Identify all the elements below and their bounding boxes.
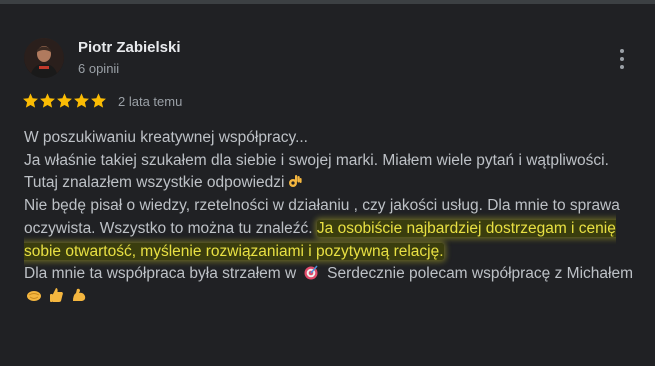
star-icon bbox=[91, 93, 106, 108]
review-card: Piotr Zabielski 6 opinii 2 lata temu W p… bbox=[0, 0, 655, 366]
review-line-text: Serdecznie polecam współpracę z Michałem bbox=[327, 265, 633, 283]
review-line: Nie będę pisał o wiedzy, rzetelności w d… bbox=[24, 195, 644, 263]
review-line: Ja właśnie takiej szukałem dla siebie i … bbox=[24, 150, 644, 195]
ok-hand-icon bbox=[289, 175, 303, 188]
author-review-count: 6 opinii bbox=[78, 61, 120, 76]
review-line-text: Ja właśnie takiej szukałem dla siebie i … bbox=[24, 151, 609, 192]
avatar[interactable] bbox=[24, 38, 64, 78]
star-rating bbox=[22, 92, 107, 109]
review-line: W poszukiwaniu kreatywnej współpracy... bbox=[24, 129, 308, 146]
more-options-button[interactable] bbox=[610, 44, 634, 72]
more-vert-icon bbox=[620, 49, 624, 69]
flexed-biceps-icon bbox=[72, 288, 85, 301]
bullseye-icon bbox=[304, 265, 318, 280]
review-line: Dla mnie ta współpraca była strzałem w S… bbox=[24, 263, 644, 308]
divider bbox=[0, 0, 655, 4]
author-name[interactable]: Piotr Zabielski bbox=[78, 39, 181, 56]
star-icon bbox=[23, 93, 38, 108]
avatar-image bbox=[24, 38, 64, 78]
review-text: W poszukiwaniu kreatywnej współpracy... … bbox=[24, 127, 644, 309]
review-line-text: Dla mnie ta współpraca była strzałem w bbox=[24, 265, 297, 283]
review-date: 2 lata temu bbox=[118, 94, 183, 109]
star-icon bbox=[57, 93, 72, 108]
star-icon bbox=[74, 93, 89, 108]
handshake-icon bbox=[27, 290, 41, 301]
star-icon bbox=[40, 93, 55, 108]
thumbs-up-icon bbox=[50, 287, 64, 302]
